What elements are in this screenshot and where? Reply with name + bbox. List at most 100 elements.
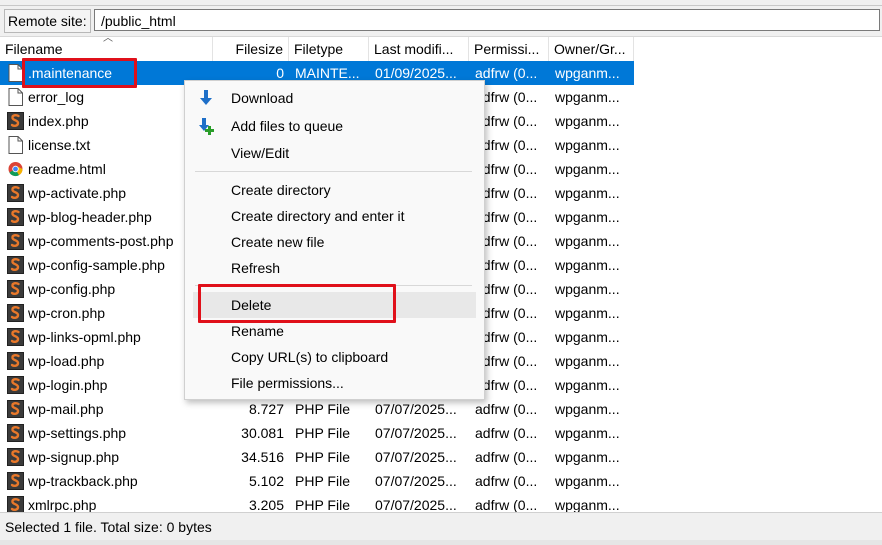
blank-file-icon bbox=[7, 88, 24, 106]
permissions-cell: adfrw (0... bbox=[475, 233, 538, 249]
permissions-cell: adfrw (0... bbox=[475, 137, 538, 153]
owner-cell: wpganm... bbox=[555, 281, 620, 297]
filename-cell: xmlrpc.php bbox=[28, 497, 97, 513]
menu-label: Copy URL(s) to clipboard bbox=[231, 349, 389, 365]
owner-cell: wpganm... bbox=[555, 89, 620, 105]
table-row[interactable]: wp-signup.php 34.516 PHP File 07/07/2025...… bbox=[0, 445, 634, 469]
filesize-cell: 5.102 bbox=[248, 473, 284, 489]
permissions-cell: adfrw (0... bbox=[475, 281, 538, 297]
text-file-icon bbox=[7, 136, 24, 154]
menu-item-create-new-file[interactable]: Create new file bbox=[185, 229, 482, 255]
php-file-icon bbox=[7, 448, 24, 466]
owner-cell: wpganm... bbox=[555, 329, 620, 345]
php-file-icon bbox=[7, 208, 24, 226]
highlight-delete-option bbox=[198, 284, 396, 323]
owner-cell: wpganm... bbox=[555, 257, 620, 273]
php-file-icon bbox=[7, 256, 24, 274]
menu-item-download[interactable]: Download bbox=[185, 85, 482, 111]
php-file-icon bbox=[7, 400, 24, 418]
owner-cell: wpganm... bbox=[555, 497, 620, 513]
modified-cell: 07/07/2025... bbox=[375, 473, 457, 489]
permissions-cell: adfrw (0... bbox=[475, 353, 538, 369]
menu-item-refresh[interactable]: Refresh bbox=[185, 255, 482, 281]
permissions-cell: adfrw (0... bbox=[475, 329, 538, 345]
modified-cell: 07/07/2025... bbox=[375, 449, 457, 465]
menu-label: Add files to queue bbox=[231, 118, 344, 134]
owner-cell: wpganm... bbox=[555, 425, 620, 441]
permissions-cell: adfrw (0... bbox=[475, 257, 538, 273]
owner-cell: wpganm... bbox=[555, 449, 620, 465]
column-header-filesize[interactable]: Filesize bbox=[213, 37, 289, 61]
filename-cell: wp-settings.php bbox=[28, 425, 127, 441]
filesize-cell: 3.205 bbox=[248, 497, 284, 513]
owner-cell: wpganm... bbox=[555, 377, 620, 393]
php-file-icon bbox=[7, 376, 24, 394]
menu-label: View/Edit bbox=[231, 145, 290, 161]
status-bar: Selected 1 file. Total size: 0 bytes bbox=[0, 512, 882, 540]
modified-cell: 07/07/2025... bbox=[375, 497, 457, 513]
owner-cell: wpganm... bbox=[555, 209, 620, 225]
permissions-cell: adfrw (0... bbox=[475, 89, 538, 105]
table-row[interactable]: wp-settings.php 30.081 PHP File 07/07/2025.… bbox=[0, 421, 634, 445]
owner-cell: wpganm... bbox=[555, 65, 620, 81]
remote-path-input[interactable]: /public_html bbox=[94, 9, 880, 31]
permissions-cell: adfrw (0... bbox=[475, 377, 538, 393]
bottom-border bbox=[0, 540, 882, 545]
table-row[interactable]: xmlrpc.php 3.205 PHP File 07/07/2025... adfr… bbox=[0, 493, 634, 513]
owner-cell: wpganm... bbox=[555, 473, 620, 489]
filesize-cell: 34.516 bbox=[241, 449, 284, 465]
php-file-icon bbox=[7, 328, 24, 346]
php-file-icon bbox=[7, 304, 24, 322]
column-header-owner-group[interactable]: Owner/Gr... bbox=[549, 37, 634, 61]
permissions-cell: adfrw (0... bbox=[475, 401, 538, 417]
owner-cell: wpganm... bbox=[555, 185, 620, 201]
remote-site-label: Remote site: bbox=[4, 9, 91, 33]
filetype-cell: PHP File bbox=[295, 473, 350, 489]
php-file-icon bbox=[7, 352, 24, 370]
menu-label: Create directory bbox=[231, 182, 331, 198]
owner-cell: wpganm... bbox=[555, 233, 620, 249]
permissions-cell: adfrw (0... bbox=[475, 425, 538, 441]
menu-item-file-permissions[interactable]: File permissions... bbox=[185, 370, 482, 396]
menu-item-view-edit[interactable]: View/Edit bbox=[185, 140, 482, 166]
chrome-html-icon bbox=[7, 160, 24, 178]
owner-cell: wpganm... bbox=[555, 137, 620, 153]
menu-item-create-directory-and-enter[interactable]: Create directory and enter it bbox=[185, 203, 482, 229]
sort-ascending-icon: ︿ bbox=[103, 36, 113, 44]
filetype-cell: PHP File bbox=[295, 425, 350, 441]
download-arrow-icon bbox=[197, 89, 215, 107]
menu-item-add-files-to-queue[interactable]: Add files to queue bbox=[185, 113, 482, 139]
column-header-filetype[interactable]: Filetype bbox=[289, 37, 369, 61]
owner-cell: wpganm... bbox=[555, 353, 620, 369]
permissions-cell: adfrw (0... bbox=[475, 161, 538, 177]
filetype-cell: PHP File bbox=[295, 449, 350, 465]
menu-label: Create directory and enter it bbox=[231, 208, 405, 224]
table-row[interactable]: wp-mail.php 8.727 PHP File 07/07/2025... adf… bbox=[0, 397, 634, 421]
php-file-icon bbox=[7, 424, 24, 442]
filetype-cell: PHP File bbox=[295, 401, 350, 417]
php-file-icon bbox=[7, 280, 24, 298]
menu-item-copy-url[interactable]: Copy URL(s) to clipboard bbox=[185, 344, 482, 370]
filename-cell: wp-trackback.php bbox=[28, 473, 138, 489]
filesize-cell: 8.727 bbox=[248, 401, 284, 417]
php-file-icon bbox=[7, 232, 24, 250]
filesize-cell: 30.081 bbox=[241, 425, 284, 441]
column-header-permissions[interactable]: Permissi... bbox=[469, 37, 549, 61]
modified-cell: 07/07/2025... bbox=[375, 401, 457, 417]
permissions-cell: adfrw (0... bbox=[475, 209, 538, 225]
owner-cell: wpganm... bbox=[555, 401, 620, 417]
php-file-icon bbox=[7, 472, 24, 490]
filetype-cell: PHP File bbox=[295, 497, 350, 513]
permissions-cell: adfrw (0... bbox=[475, 113, 538, 129]
menu-item-create-directory[interactable]: Create directory bbox=[185, 177, 482, 203]
filename-cell: wp-signup.php bbox=[28, 449, 120, 465]
permissions-cell: adfrw (0... bbox=[475, 185, 538, 201]
highlight-selected-file bbox=[22, 58, 137, 88]
context-menu: Download Add files to queue View/Edit Cr… bbox=[184, 80, 485, 400]
column-header-last-modified[interactable]: Last modifi... bbox=[369, 37, 469, 61]
modified-cell: 07/07/2025... bbox=[375, 425, 457, 441]
permissions-cell: adfrw (0... bbox=[475, 305, 538, 321]
table-row[interactable]: wp-trackback.php 5.102 PHP File 07/07/2025.… bbox=[0, 469, 634, 493]
permissions-cell: adfrw (0... bbox=[475, 65, 538, 81]
remote-site-bar: Remote site: /public_html bbox=[0, 6, 882, 36]
